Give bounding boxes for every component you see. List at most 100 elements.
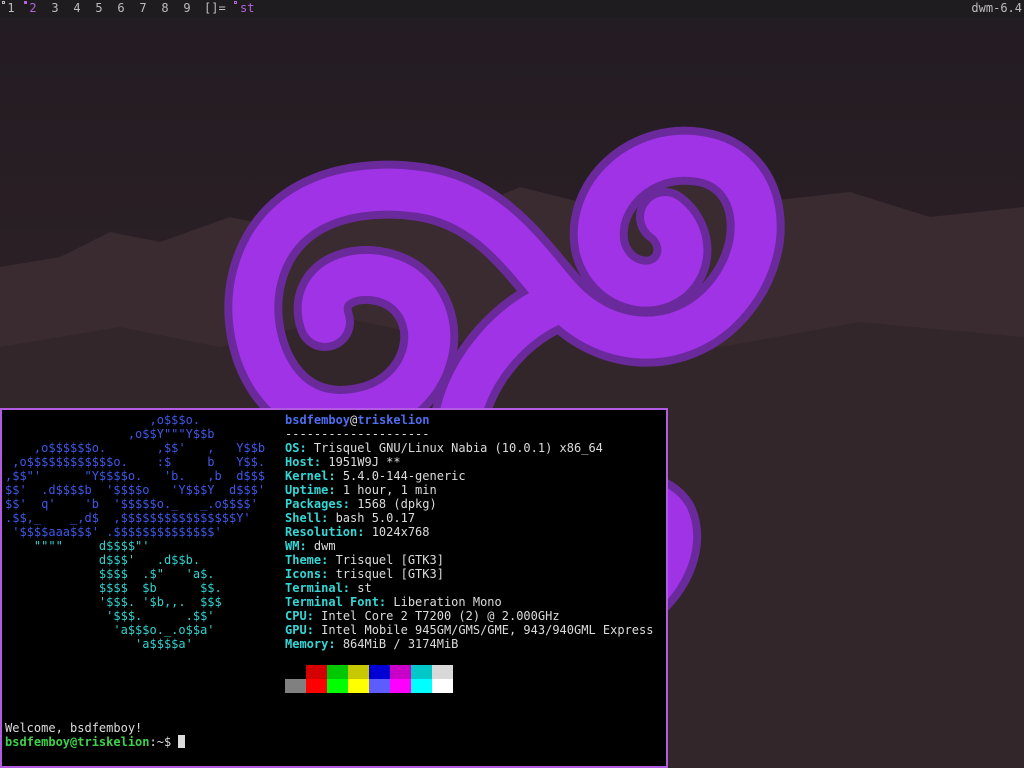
info-row: Terminal: st bbox=[285, 581, 372, 595]
info-value: dwm bbox=[313, 539, 336, 553]
info-row: Uptime: 1 hour, 1 min bbox=[285, 483, 437, 497]
logo-line: '$$$. .$$' bbox=[5, 609, 215, 623]
tag-9[interactable]: 9 bbox=[176, 0, 198, 17]
info-value: 1951W9J ** bbox=[328, 455, 401, 469]
welcome-message: Welcome, bsdfemboy! bbox=[5, 721, 143, 735]
info-row: Host: 1951W9J ** bbox=[285, 455, 401, 469]
info-value: Intel Mobile 945GM/GMS/GME, 943/940GML E… bbox=[321, 623, 654, 637]
info-value: Trisquel GNU/Linux Nabia (10.0.1) x86_64 bbox=[313, 441, 603, 455]
palette-swatch bbox=[432, 679, 453, 693]
info-value: 864MiB / 3174MiB bbox=[342, 637, 459, 651]
window-title: st bbox=[234, 0, 254, 17]
info-key: Host bbox=[285, 455, 314, 469]
info-value: Intel Core 2 T7200 (2) @ 2.000GHz bbox=[321, 609, 560, 623]
palette-swatch bbox=[348, 679, 369, 693]
tag-5[interactable]: 5 bbox=[88, 0, 110, 17]
tag-7[interactable]: 7 bbox=[132, 0, 154, 17]
tag-label: 8 bbox=[161, 1, 169, 15]
terminal-window[interactable]: ,o$$$o. ,o$$Y"""Y$$b ,o$$$$$$o. ,$$' , Y… bbox=[0, 408, 668, 768]
palette-swatch bbox=[411, 665, 432, 679]
tag-occupied-indicator bbox=[2, 1, 5, 4]
palette-swatch bbox=[432, 665, 453, 679]
palette-swatch bbox=[327, 679, 348, 693]
logo-line: ,$$"' "Y$$$$o. 'b. ,b d$$$ bbox=[5, 469, 266, 483]
info-key: Uptime bbox=[285, 483, 329, 497]
info-key: Theme bbox=[285, 553, 322, 567]
status-bar: 123456789 []= st dwm-6.4 bbox=[0, 0, 1024, 17]
info-value: 1 hour, 1 min bbox=[342, 483, 437, 497]
palette-swatch bbox=[390, 679, 411, 693]
palette-swatch bbox=[306, 665, 327, 679]
logo-line: """" d$$$$"' bbox=[5, 539, 150, 553]
logo-line: d$$$' .d$$b. bbox=[5, 553, 201, 567]
info-row: Packages: 1568 (dpkg) bbox=[285, 497, 437, 511]
info-row: Resolution: 1024x768 bbox=[285, 525, 430, 539]
info-value: 1024x768 bbox=[371, 525, 430, 539]
shell-prompt[interactable]: bsdfemboy@triskelion:~$ bbox=[5, 735, 186, 749]
tag-2[interactable]: 2 bbox=[22, 0, 44, 17]
info-row: Shell: bash 5.0.17 bbox=[285, 511, 416, 525]
logo-line: ,o$$Y"""Y$$b bbox=[5, 427, 215, 441]
info-value: Liberation Mono bbox=[393, 595, 502, 609]
logo-line: $$' .d$$$$b '$$$$o 'Y$$$Y d$$$' bbox=[5, 483, 266, 497]
palette-swatch bbox=[411, 679, 432, 693]
info-key: Memory bbox=[285, 637, 329, 651]
user-host-heading: bsdfemboy@triskelion bbox=[285, 413, 430, 427]
logo-line: $$$$ $b $$. bbox=[5, 581, 222, 595]
logo-line: ,o$$$$$$$$$$$$o. :$ b Y$$. bbox=[5, 455, 266, 469]
tag-1[interactable]: 1 bbox=[0, 0, 22, 17]
tag-6[interactable]: 6 bbox=[110, 0, 132, 17]
info-key: WM bbox=[285, 539, 300, 553]
info-row: WM: dwm bbox=[285, 539, 336, 553]
tag-3[interactable]: 3 bbox=[44, 0, 66, 17]
tag-4[interactable]: 4 bbox=[66, 0, 88, 17]
window-indicator bbox=[234, 1, 237, 4]
layout-indicator[interactable]: []= bbox=[204, 0, 226, 17]
logo-line: '$$$$aaa$$$' .$$$$$$$$$$$$$$' bbox=[5, 525, 222, 539]
palette-swatch bbox=[306, 679, 327, 693]
text-cursor bbox=[178, 735, 186, 748]
logo-line: ,o$$$$$$o. ,$$' , Y$$b bbox=[5, 441, 266, 455]
info-row: CPU: Intel Core 2 T7200 (2) @ 2.000GHz bbox=[285, 609, 560, 623]
info-key: Terminal bbox=[285, 581, 343, 595]
info-row: Icons: trisquel [GTK3] bbox=[285, 567, 444, 581]
logo-line: $$' q' 'b '$$$$$o._ _.o$$$$' bbox=[5, 497, 258, 511]
separator-line: -------------------- bbox=[285, 427, 430, 441]
info-value: 5.4.0-144-generic bbox=[342, 469, 466, 483]
tag-label: 4 bbox=[73, 1, 81, 15]
logo-line: .$$,_ _,d$ ,$$$$$$$$$$$$$$$$Y' bbox=[5, 511, 251, 525]
info-key: Icons bbox=[285, 567, 322, 581]
palette-swatch bbox=[327, 665, 348, 679]
palette-swatch bbox=[285, 665, 306, 679]
palette-swatch bbox=[285, 679, 306, 693]
info-key: Terminal Font bbox=[285, 595, 379, 609]
info-value: 1568 (dpkg) bbox=[357, 497, 437, 511]
info-value: trisquel [GTK3] bbox=[335, 567, 444, 581]
info-key: OS bbox=[285, 441, 300, 455]
logo-line: $$$$ .$" 'a$. bbox=[5, 567, 215, 581]
palette-swatch bbox=[369, 679, 390, 693]
info-value: Trisquel [GTK3] bbox=[335, 553, 444, 567]
info-value: st bbox=[357, 581, 372, 595]
info-value: bash 5.0.17 bbox=[335, 511, 416, 525]
info-row: Theme: Trisquel [GTK3] bbox=[285, 553, 444, 567]
info-key: Packages bbox=[285, 497, 343, 511]
info-row: OS: Trisquel GNU/Linux Nabia (10.0.1) x8… bbox=[285, 441, 603, 455]
palette-swatch bbox=[348, 665, 369, 679]
palette-swatch bbox=[369, 665, 390, 679]
logo-line: '$$$. '$b,,. $$$ bbox=[5, 595, 222, 609]
tag-label: 2 bbox=[29, 1, 37, 15]
info-key: Kernel bbox=[285, 469, 329, 483]
info-row: Kernel: 5.4.0-144-generic bbox=[285, 469, 466, 483]
tag-label: 7 bbox=[139, 1, 147, 15]
info-row: Memory: 864MiB / 3174MiB bbox=[285, 637, 459, 651]
logo-line: 'a$$$o._.o$$a' bbox=[5, 623, 215, 637]
info-key: Resolution bbox=[285, 525, 358, 539]
info-key: GPU bbox=[285, 623, 307, 637]
info-row: Terminal Font: Liberation Mono bbox=[285, 595, 502, 609]
palette-swatch bbox=[390, 665, 411, 679]
tag-label: 1 bbox=[7, 1, 15, 15]
info-row: GPU: Intel Mobile 945GM/GMS/GME, 943/940… bbox=[285, 623, 654, 637]
tag-8[interactable]: 8 bbox=[154, 0, 176, 17]
tag-occupied-indicator bbox=[24, 1, 27, 4]
